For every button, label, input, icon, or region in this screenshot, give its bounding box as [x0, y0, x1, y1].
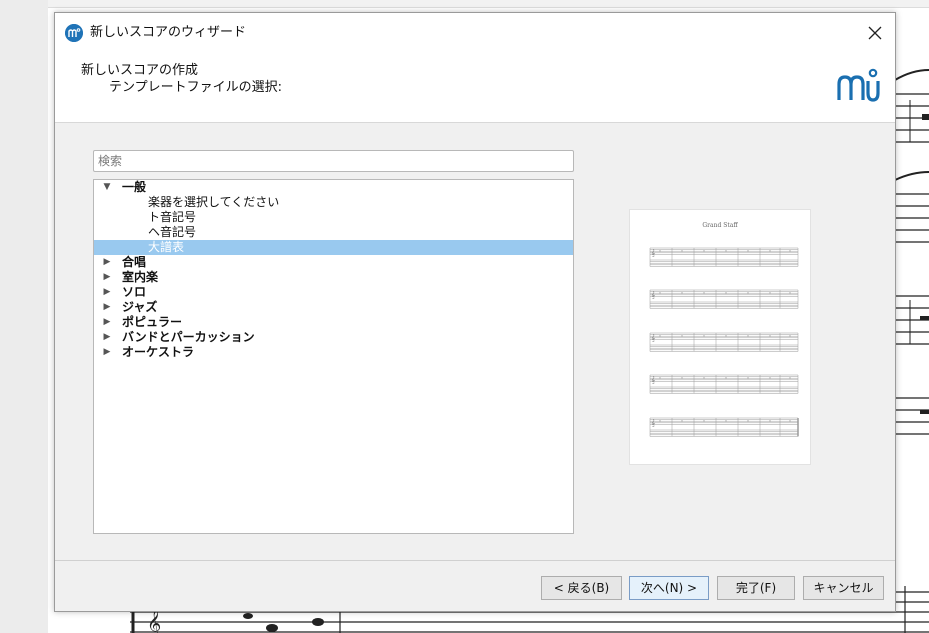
- preview-treble-clef: 𝄞: [651, 333, 655, 343]
- tree-category-general[interactable]: ▼ 一般: [94, 180, 573, 195]
- triangle-right-icon[interactable]: ▶: [102, 255, 112, 270]
- grand-staff-preview-image: Grand Staff 𝄞 𝄞 𝄞 𝄞 𝄞: [649, 222, 799, 437]
- tree-item-label: 合唱: [122, 255, 147, 269]
- preview-rest-mark: [725, 377, 727, 379]
- template-preview: Grand Staff 𝄞 𝄞 𝄞 𝄞 𝄞: [629, 209, 811, 465]
- preview-rest-mark: [789, 292, 791, 294]
- preview-treble-clef: 𝄞: [651, 248, 655, 258]
- preview-rest-mark: [769, 250, 771, 252]
- tree-category-choral[interactable]: ▶ 合唱: [94, 255, 573, 270]
- preview-rest-mark: [747, 377, 749, 379]
- window-title: 新しいスコアのウィザード: [90, 25, 247, 40]
- preview-rest-mark: [659, 292, 661, 294]
- musescore-logo-icon: [837, 68, 880, 102]
- tree-item-label: ヘ音記号: [148, 225, 197, 239]
- tree-item-label: オーケストラ: [122, 345, 195, 359]
- preview-rest-mark: [747, 420, 749, 422]
- preview-rest-mark: [703, 335, 705, 337]
- preview-rest-mark: [789, 250, 791, 252]
- preview-rest-mark: [681, 250, 683, 252]
- preview-rest-mark: [681, 377, 683, 379]
- preview-rest-mark: [769, 377, 771, 379]
- preview-rest-mark: [725, 292, 727, 294]
- close-icon[interactable]: [863, 21, 887, 45]
- tree-item-label: 一般: [122, 180, 147, 194]
- tree-item-label: ソロ: [122, 285, 147, 299]
- preview-rest-mark: [789, 377, 791, 379]
- preview-rest-mark: [789, 335, 791, 337]
- preview-rest-mark: [659, 377, 661, 379]
- preview-rest-mark: [659, 420, 661, 422]
- tree-item-label: ジャズ: [122, 300, 158, 314]
- preview-rest-mark: [681, 292, 683, 294]
- triangle-right-icon[interactable]: ▶: [102, 315, 112, 330]
- preview-rest-mark: [725, 420, 727, 422]
- preview-rest-mark: [703, 377, 705, 379]
- preview-rest-mark: [659, 335, 661, 337]
- search-input[interactable]: [93, 150, 574, 172]
- tree-category-orchestral[interactable]: ▶ オーケストラ: [94, 345, 573, 360]
- preview-rest-mark: [747, 292, 749, 294]
- dialog-titlebar[interactable]: 新しいスコアのウィザード: [55, 13, 895, 53]
- preview-rest-mark: [681, 420, 683, 422]
- preview-title: Grand Staff: [702, 222, 738, 229]
- tree-item-label: ト音記号: [148, 210, 197, 224]
- cancel-button[interactable]: キャンセル: [803, 576, 884, 600]
- back-button[interactable]: < 戻る(B): [541, 576, 622, 600]
- preview-rest-mark: [769, 292, 771, 294]
- musescore-icon: [65, 24, 83, 42]
- wizard-header: 新しいスコアの作成 テンプレートファイルの選択:: [55, 53, 895, 123]
- tree-template-bass-clef[interactable]: ヘ音記号: [94, 225, 573, 240]
- preview-treble-clef: 𝄞: [651, 290, 655, 300]
- tree-category-chamber[interactable]: ▶ 室内楽: [94, 270, 573, 285]
- tree-item-label: 楽器を選択してください: [148, 195, 280, 209]
- tree-category-jazz[interactable]: ▶ ジャズ: [94, 300, 573, 315]
- tree-template-grand-staff[interactable]: 大譜表: [94, 240, 573, 255]
- preview-rest-mark: [789, 420, 791, 422]
- preview-treble-clef: 𝄞: [651, 418, 655, 428]
- triangle-right-icon[interactable]: ▶: [102, 345, 112, 360]
- tree-category-popular[interactable]: ▶ ポピュラー: [94, 315, 573, 330]
- preview-rest-mark: [747, 335, 749, 337]
- tree-item-label: 室内楽: [122, 270, 159, 284]
- tree-template-treble-clef[interactable]: ト音記号: [94, 210, 573, 225]
- preview-rest-mark: [703, 250, 705, 252]
- page-subtitle: テンプレートファイルの選択:: [109, 80, 282, 95]
- triangle-right-icon[interactable]: ▶: [102, 285, 112, 300]
- tree-category-solo[interactable]: ▶ ソロ: [94, 285, 573, 300]
- preview-rest-mark: [769, 420, 771, 422]
- preview-treble-clef: 𝄞: [651, 375, 655, 385]
- preview-rest-mark: [703, 420, 705, 422]
- tree-template-choose-instruments[interactable]: 楽器を選択してください: [94, 195, 573, 210]
- svg-text:𝄞: 𝄞: [147, 609, 161, 633]
- preview-rest-mark: [725, 250, 727, 252]
- template-tree[interactable]: ▼ 一般 楽器を選択してください ト音記号 ヘ音記号 大譜表 ▶ 合唱 ▶ 室内…: [93, 179, 574, 534]
- tree-item-label: バンドとパーカッション: [122, 330, 255, 344]
- footer-separator: [55, 560, 895, 561]
- tree-item-label: ポピュラー: [122, 315, 183, 329]
- preview-rest-mark: [703, 292, 705, 294]
- preview-rest-mark: [659, 250, 661, 252]
- triangle-down-icon[interactable]: ▼: [102, 180, 112, 195]
- preview-rest-mark: [725, 335, 727, 337]
- triangle-right-icon[interactable]: ▶: [102, 270, 112, 285]
- new-score-wizard-dialog: 新しいスコアのウィザード 新しいスコアの作成 テンプレートファイルの選択: ▼ …: [54, 12, 896, 612]
- preview-rest-mark: [769, 335, 771, 337]
- tree-category-band-percussion[interactable]: ▶ バンドとパーカッション: [94, 330, 573, 345]
- finish-button[interactable]: 完了(F): [717, 576, 795, 600]
- triangle-right-icon[interactable]: ▶: [102, 300, 112, 315]
- triangle-right-icon[interactable]: ▶: [102, 330, 112, 345]
- next-button[interactable]: 次へ(N) >: [629, 576, 709, 600]
- tree-item-label: 大譜表: [148, 240, 185, 254]
- preview-rest-mark: [747, 250, 749, 252]
- page-title: 新しいスコアの作成: [81, 63, 199, 78]
- preview-rest-mark: [681, 335, 683, 337]
